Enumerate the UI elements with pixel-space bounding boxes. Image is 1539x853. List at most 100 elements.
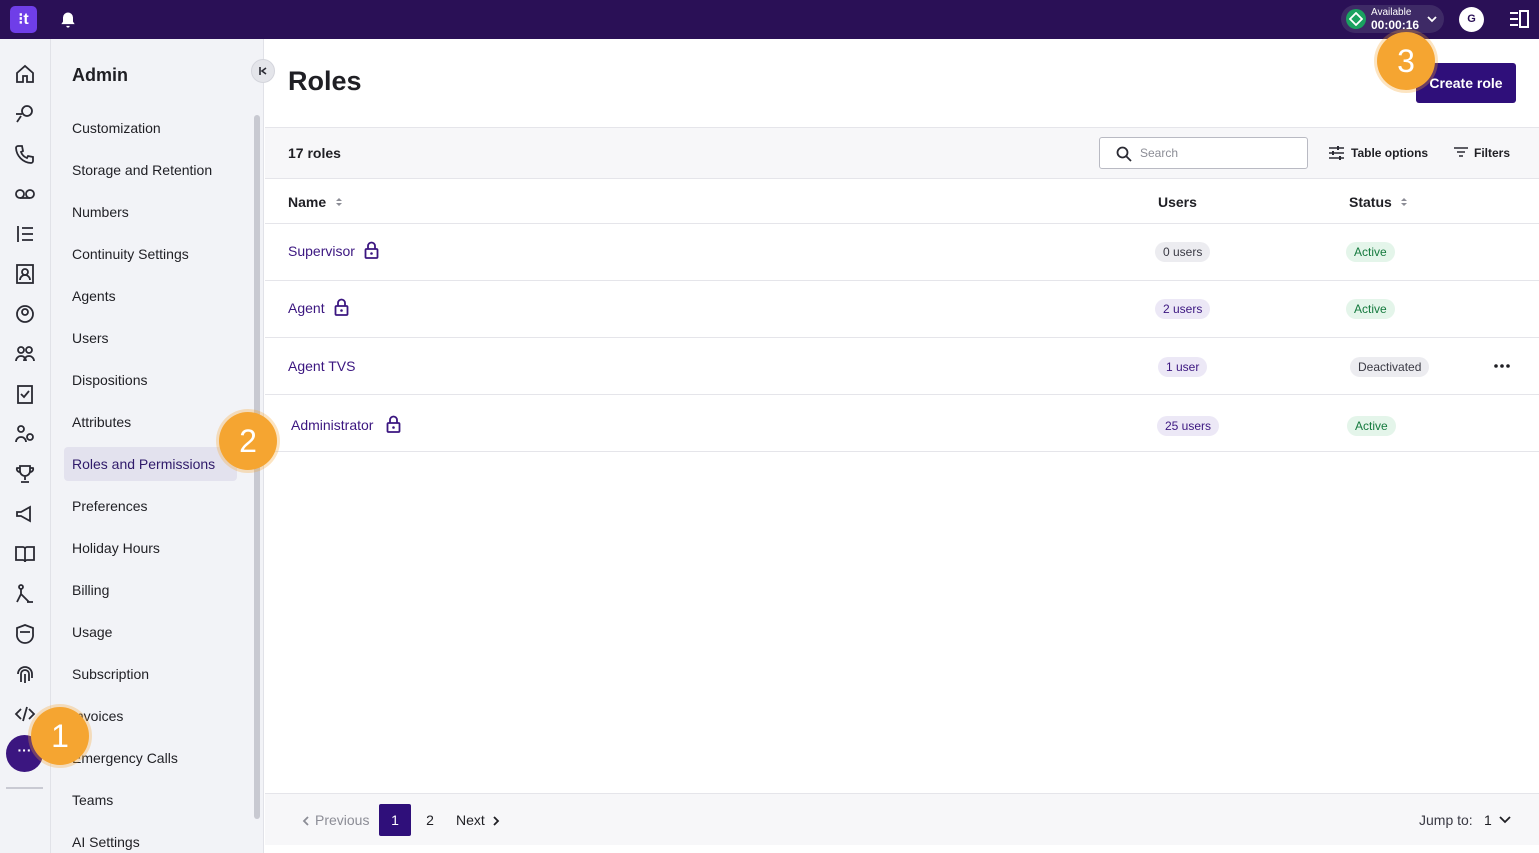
users-count-badge: 2 users xyxy=(1155,299,1211,319)
roles-count: 17 roles xyxy=(288,145,341,161)
campaigns-icon[interactable] xyxy=(13,502,37,526)
sidebar-item-dispositions[interactable]: Dispositions xyxy=(64,363,237,397)
availability-timer: 00:00:16 xyxy=(1371,18,1420,32)
sidebar-item-customization[interactable]: Customization xyxy=(64,111,237,145)
role-name-link[interactable]: Agent TVS xyxy=(288,358,355,374)
jump-to-label: Jump to: xyxy=(1419,812,1473,828)
column-header-name[interactable]: Name xyxy=(288,194,326,210)
sidebar-item-continuity[interactable]: Continuity Settings xyxy=(64,237,237,271)
rail-divider xyxy=(6,787,43,789)
app-logo[interactable]: ⁝t xyxy=(10,6,37,33)
avatar[interactable]: G xyxy=(1459,7,1484,32)
search-input[interactable] xyxy=(1140,144,1300,162)
knowledge-icon[interactable] xyxy=(13,542,37,566)
pagination: Previous 1 2 Next Jump to: 1 xyxy=(265,793,1539,845)
next-page-button[interactable]: Next xyxy=(456,812,502,830)
table-row[interactable]: Agent 2 users Active xyxy=(265,281,1539,338)
table-options-label: Table options xyxy=(1351,146,1429,160)
conversations-icon[interactable] xyxy=(13,102,37,126)
bell-icon[interactable] xyxy=(58,10,78,30)
contacts-icon[interactable] xyxy=(13,262,37,286)
sidebar-item-attributes[interactable]: Attributes xyxy=(64,405,237,439)
sidebar-item-roles[interactable]: Roles and Permissions xyxy=(64,447,237,481)
home-icon[interactable] xyxy=(13,62,37,86)
table-toolbar: 17 roles Table options Filters xyxy=(265,127,1539,179)
calls-icon[interactable] xyxy=(13,142,37,166)
agent-icon[interactable] xyxy=(13,302,37,326)
queue-list-icon[interactable] xyxy=(13,222,37,246)
sidebar-item-users[interactable]: Users xyxy=(64,321,237,355)
table-row[interactable]: Agent TVS 1 user Deactivated xyxy=(265,338,1539,395)
chevron-left-icon xyxy=(302,816,309,826)
step-marker-3: 3 xyxy=(1377,32,1435,90)
supervisors-icon[interactable] xyxy=(13,422,37,446)
chevron-down-icon xyxy=(1427,16,1437,23)
lock-icon xyxy=(364,241,379,259)
availability-label: Available xyxy=(1371,7,1412,18)
search-box[interactable] xyxy=(1099,137,1308,169)
search-icon xyxy=(1116,146,1132,162)
sidebar-title: Admin xyxy=(72,65,128,85)
previous-label: Previous xyxy=(315,812,370,828)
table-row[interactable]: Administrator 25 users Active xyxy=(265,395,1539,452)
tasks-icon[interactable] xyxy=(13,382,37,406)
collapse-sidebar-button[interactable] xyxy=(251,59,275,83)
page-1-button[interactable]: 1 xyxy=(379,804,411,836)
availability-icon xyxy=(1346,9,1366,29)
step-marker-1: 1 xyxy=(31,707,89,765)
status-badge: Active xyxy=(1347,416,1396,436)
sidebar-item-usage[interactable]: Usage xyxy=(64,615,237,649)
sidebar-item-numbers[interactable]: Numbers xyxy=(64,195,237,229)
sort-icon[interactable] xyxy=(1399,196,1409,208)
sidebar-item-storage[interactable]: Storage and Retention xyxy=(64,153,237,187)
availability-dropdown[interactable]: Available 00:00:16 xyxy=(1341,5,1444,33)
voicemail-icon[interactable] xyxy=(13,182,37,206)
role-name-link[interactable]: Supervisor xyxy=(288,243,355,259)
column-header-users: Users xyxy=(1158,194,1197,210)
top-bar: ⁝t Available 00:00:16 G xyxy=(0,0,1539,39)
side-panel-icon[interactable] xyxy=(1509,10,1529,28)
jump-to-select[interactable]: 1 xyxy=(1484,812,1492,828)
sort-icon[interactable] xyxy=(334,196,344,208)
lock-icon xyxy=(386,415,401,433)
sidebar-item-agents[interactable]: Agents xyxy=(64,279,237,313)
sidebar-item-teams[interactable]: Teams xyxy=(64,783,237,817)
previous-page-button[interactable]: Previous xyxy=(301,812,371,830)
status-badge: Active xyxy=(1346,242,1395,262)
role-name-link[interactable]: Administrator xyxy=(291,417,373,433)
sidebar-item-billing[interactable]: Billing xyxy=(64,573,237,607)
role-name-link[interactable]: Agent xyxy=(288,300,325,316)
step-marker-2: 2 xyxy=(219,412,277,470)
chevron-right-icon xyxy=(493,816,500,826)
sidebar-item-invoices[interactable]: Invoices xyxy=(64,699,237,733)
table-options-button[interactable]: Table options xyxy=(1328,142,1428,164)
sidebar-item-preferences[interactable]: Preferences xyxy=(64,489,237,523)
chevron-down-icon[interactable] xyxy=(1498,814,1512,826)
filters-label: Filters xyxy=(1474,146,1511,160)
filters-button[interactable]: Filters xyxy=(1453,142,1513,164)
sidebar-item-holiday-hours[interactable]: Holiday Hours xyxy=(64,531,237,565)
page-title: Roles xyxy=(288,66,362,96)
column-header-status[interactable]: Status xyxy=(1349,194,1392,210)
table-row[interactable]: Supervisor 0 users Active xyxy=(265,224,1539,281)
security-icon[interactable] xyxy=(13,622,37,646)
users-count-badge: 25 users xyxy=(1157,416,1220,436)
lock-icon xyxy=(334,298,349,316)
next-label: Next xyxy=(456,812,485,828)
sidebar-item-ai-settings[interactable]: AI Settings xyxy=(64,825,237,853)
collapse-left-icon xyxy=(259,67,267,75)
team-icon[interactable] xyxy=(13,342,37,366)
workflow-icon[interactable] xyxy=(13,582,37,606)
table-header: Name Users Status xyxy=(265,179,1539,224)
fingerprint-icon[interactable] xyxy=(13,662,37,686)
sidebar-item-subscription[interactable]: Subscription xyxy=(64,657,237,691)
more-options-icon[interactable] xyxy=(1492,358,1512,374)
sidebar-item-emergency-calls[interactable]: Emergency Calls xyxy=(64,741,237,775)
trophy-icon[interactable] xyxy=(13,462,37,486)
status-badge: Deactivated xyxy=(1350,357,1430,377)
users-count-badge: 1 user xyxy=(1158,357,1208,377)
status-badge: Active xyxy=(1346,299,1395,319)
sliders-icon xyxy=(1329,146,1344,160)
users-count-badge: 0 users xyxy=(1155,242,1211,262)
page-2-button[interactable]: 2 xyxy=(414,804,446,836)
